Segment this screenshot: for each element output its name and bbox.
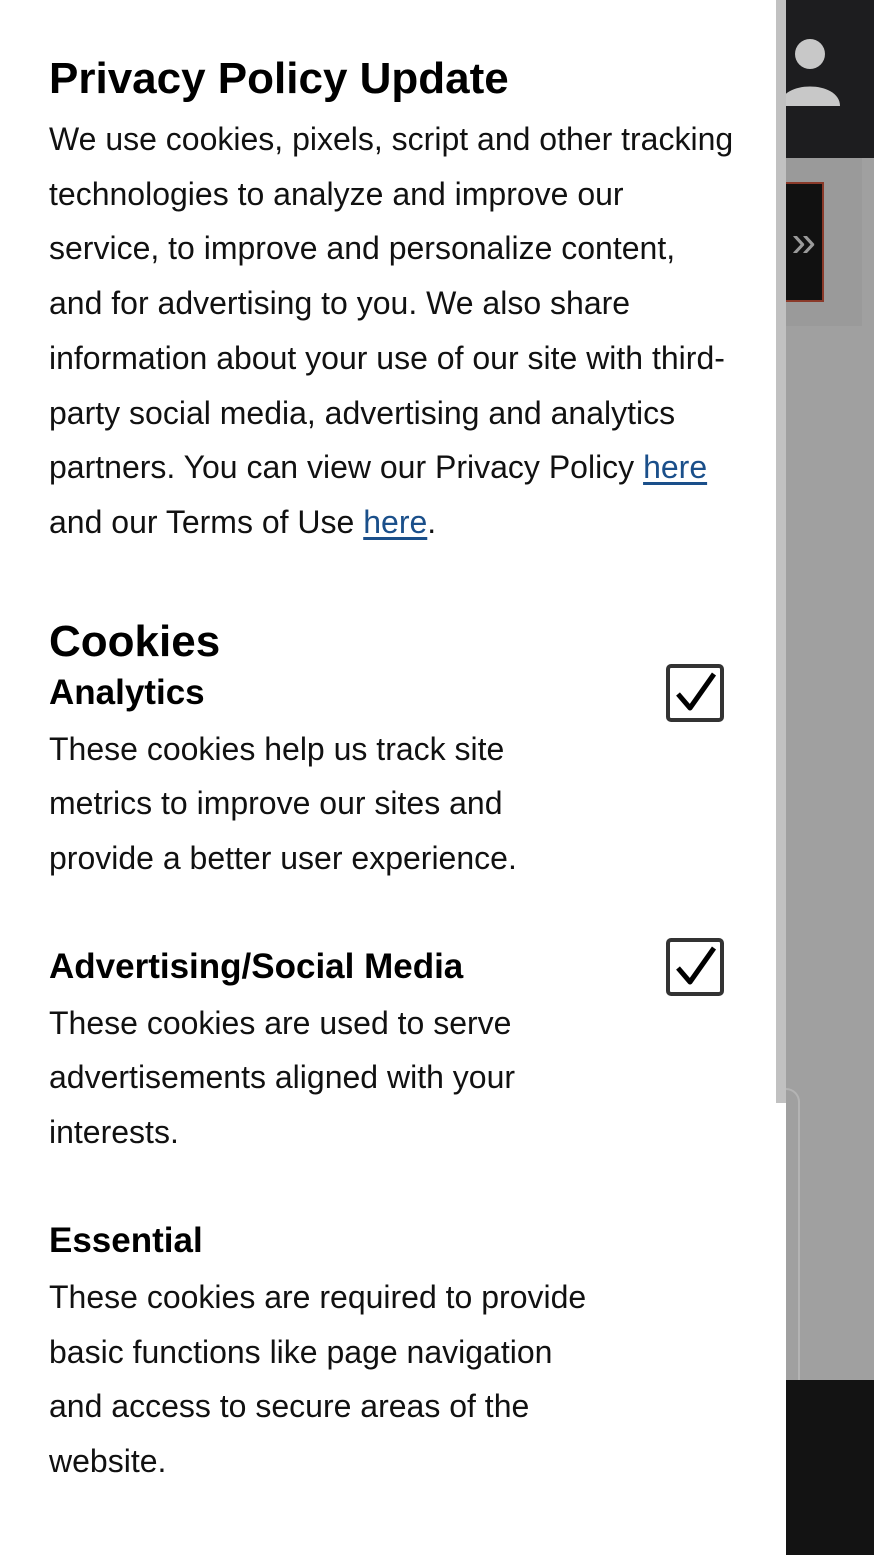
category-description: These cookies are used to serve advertis… xyxy=(49,1004,516,1151)
user-icon[interactable] xyxy=(778,34,842,110)
intro-body: We use cookies, pixels, script and other… xyxy=(49,121,734,486)
cookie-category-essential: Essential These cookies are required to … xyxy=(49,1218,729,1489)
category-title: Advertising/Social Media xyxy=(49,946,464,986)
cookies-heading: Cookies xyxy=(49,616,221,666)
cookie-category-analytics: Analytics These cookies help us track si… xyxy=(49,663,729,886)
category-title: Analytics xyxy=(49,672,205,712)
advertising-checkbox[interactable] xyxy=(666,937,724,996)
scrollbar-thumb[interactable] xyxy=(776,0,786,1103)
intro-end: . xyxy=(427,503,437,540)
privacy-consent-panel: Privacy Policy Update We use cookies, pi… xyxy=(0,0,776,1555)
category-description: These cookies are required to provide ba… xyxy=(49,1278,587,1479)
terms-of-use-link[interactable]: here xyxy=(363,504,427,540)
privacy-policy-link[interactable]: here xyxy=(643,449,707,485)
category-title: Essential xyxy=(49,1220,203,1260)
category-description: These cookies help us track site metrics… xyxy=(49,730,517,877)
intro-middle: and our Terms of Use xyxy=(49,503,364,540)
check-icon xyxy=(676,946,717,985)
intro-text: We use cookies, pixels, script and other… xyxy=(49,112,736,550)
panel-title: Privacy Policy Update xyxy=(49,54,509,103)
check-icon xyxy=(676,672,717,711)
analytics-checkbox[interactable] xyxy=(666,663,724,722)
cookie-category-advertising: Advertising/Social Media These cookies a… xyxy=(49,937,729,1160)
